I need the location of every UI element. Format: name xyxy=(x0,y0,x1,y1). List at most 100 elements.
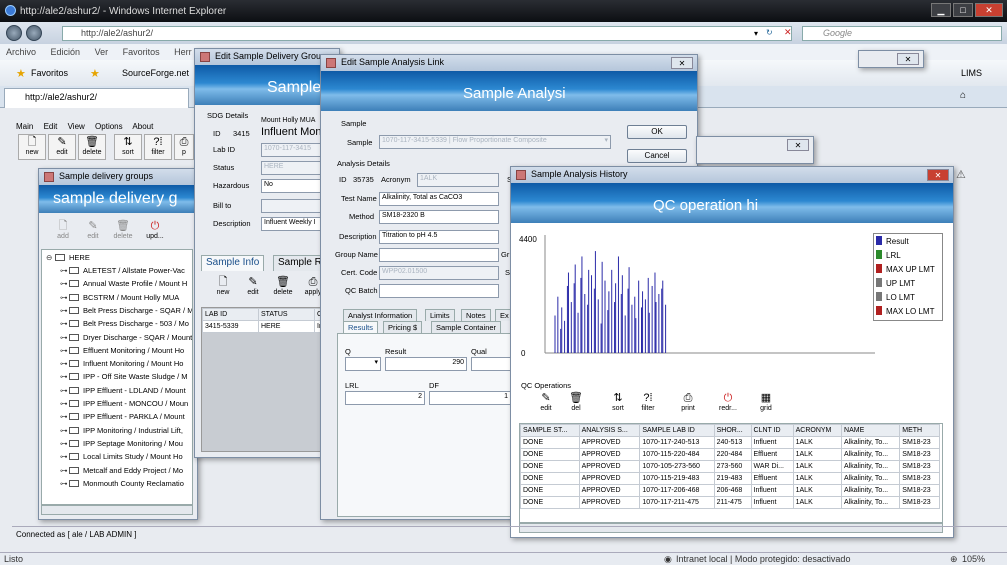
menu-ver[interactable]: Ver xyxy=(95,47,109,57)
expand-icon[interactable]: ⊶ xyxy=(60,399,69,408)
tab-results[interactable]: Results xyxy=(343,321,379,333)
tree-item[interactable]: ⊶ IPP Monitoring / Industrial Lift, xyxy=(60,426,183,439)
search-input[interactable]: Google xyxy=(802,26,1002,41)
tree-item[interactable]: ⊶ IPP Effluent - PARKLA / Mount xyxy=(60,412,185,425)
tree-item[interactable]: ⊶ ALETEST / Allstate Power-Vac xyxy=(60,266,185,279)
security-zone[interactable]: Intranet local | Modo protegido: desacti… xyxy=(676,554,850,564)
tab-sample-info[interactable]: Sample Info xyxy=(201,255,265,271)
delete-button[interactable]: 🗑 delete xyxy=(78,134,106,160)
lims-menu-view[interactable]: View xyxy=(68,122,85,131)
expand-icon[interactable]: ⊶ xyxy=(60,306,69,315)
address-input[interactable]: http://ale2/ashur2/ xyxy=(62,26,792,41)
edit-button[interactable]: ✎ edit xyxy=(48,134,76,160)
sample-edit-button[interactable]: ✎ edit xyxy=(239,275,267,301)
qual-field[interactable] xyxy=(471,357,511,371)
table-row[interactable]: DONE APPROVED 1070-115-220-484 220-484 Efflu… xyxy=(520,448,940,461)
lims-menu-main[interactable]: Main xyxy=(16,122,33,131)
lims-menu-options[interactable]: Options xyxy=(95,122,123,131)
qc-column-header[interactable]: SAMPLE ST... xyxy=(520,424,580,437)
favorites-button[interactable]: Favoritos xyxy=(31,68,68,78)
result-field[interactable]: 290 xyxy=(385,357,467,371)
qc-filter-button[interactable]: ?⁞ filter xyxy=(633,391,663,421)
add-favorite-icon[interactable]: ★ xyxy=(90,67,100,80)
close-icon[interactable]: ✕ xyxy=(927,169,949,181)
horizontal-scrollbar[interactable] xyxy=(41,505,193,515)
df-field[interactable]: 1 xyxy=(429,391,511,405)
expand-icon[interactable]: ⊶ xyxy=(60,426,69,435)
qc-redraw-button[interactable]: ⏻ redr... xyxy=(713,391,743,421)
expand-icon[interactable]: ⊶ xyxy=(60,279,69,288)
tree-item[interactable]: ⊶ Influent Monitoring / Mount Ho xyxy=(60,359,183,372)
tab-limits[interactable]: Limits xyxy=(425,309,455,321)
expand-icon[interactable]: ⊶ xyxy=(60,479,69,488)
expand-icon[interactable]: ⊶ xyxy=(60,439,69,448)
table-row[interactable]: DONE APPROVED 1070-105-273-560 273-560 WAR D… xyxy=(520,460,940,473)
minimize-button[interactable]: ▁ xyxy=(931,3,951,17)
col-lab-id[interactable]: LAB ID xyxy=(202,308,259,321)
filter-button[interactable]: ?⁞ filter xyxy=(144,134,172,160)
tree-item[interactable]: ⊶ Annual Waste Profile / Mount H xyxy=(60,279,187,292)
expand-icon[interactable]: ⊶ xyxy=(60,319,69,328)
close-icon[interactable]: ✕ xyxy=(787,139,809,151)
new-button[interactable]: 🗋 new xyxy=(18,134,46,160)
tree-item[interactable]: ⊶ Effluent Monitoring / Mount Ho xyxy=(60,346,184,359)
expand-icon[interactable]: ⊶ xyxy=(60,452,69,461)
sample-delete-button[interactable]: 🗑 delete xyxy=(269,275,297,301)
zoom-level[interactable]: 105% xyxy=(962,554,985,564)
qc-column-header[interactable]: SHOR... xyxy=(713,424,752,437)
forward-icon[interactable] xyxy=(26,25,42,41)
tree-item[interactable]: ⊶ IPP Septage Monitoring / Mou xyxy=(60,439,183,452)
home-icon[interactable]: ⌂ xyxy=(960,90,966,101)
qc-column-header[interactable]: ANALYSIS S... xyxy=(578,424,641,437)
qc-print-button[interactable]: ⎙ print xyxy=(673,391,703,421)
collapse-icon[interactable]: ⊖ xyxy=(46,253,55,262)
back-icon[interactable] xyxy=(6,25,22,41)
tree-item[interactable]: ⊶ IPP Effluent - MONCOU / Moun xyxy=(60,399,188,412)
close-button[interactable]: ✕ xyxy=(975,3,1003,17)
dropdown-icon[interactable]: ▾ xyxy=(754,29,758,38)
col-status[interactable]: STATUS xyxy=(258,308,315,321)
q-select[interactable]: ▾ xyxy=(345,357,381,371)
maximize-button[interactable]: □ xyxy=(953,3,973,17)
update-button[interactable]: ⏻ upd... xyxy=(141,219,169,245)
favorite-link-lims[interactable]: LIMS xyxy=(961,68,982,78)
qc-grid-button[interactable]: ▦ grid xyxy=(751,391,781,421)
qc-column-header[interactable]: SAMPLE LAB ID xyxy=(639,424,715,437)
sdg-edit-button[interactable]: ✎ edit xyxy=(79,219,107,245)
tab-sample-results[interactable]: Sample R xyxy=(273,255,327,271)
sort-button[interactable]: ⇅ sort xyxy=(114,134,142,160)
expand-icon[interactable]: ⊶ xyxy=(60,293,69,302)
tree-item[interactable]: ⊶ Metcalf and Eddy Project / Mo xyxy=(60,466,183,479)
cancel-button[interactable]: Cancel xyxy=(627,149,687,163)
table-row[interactable]: DONE APPROVED 1070-117-206-468 206-468 Influ… xyxy=(520,484,940,497)
favorite-link-sourceforge[interactable]: SourceForge.net xyxy=(122,68,189,78)
tab-analyst-information[interactable]: Analyst Information xyxy=(343,309,418,321)
cert-code-field[interactable]: WPP02.01500 xyxy=(379,266,499,280)
expand-icon[interactable]: ⊶ xyxy=(60,412,69,421)
stop-icon[interactable]: ✕ xyxy=(784,27,792,38)
tab-pricing[interactable]: Pricing $ xyxy=(383,321,423,333)
tab-sample-container[interactable]: Sample Container xyxy=(431,321,502,333)
qc-column-header[interactable]: NAME xyxy=(841,424,901,437)
close-icon[interactable]: ✕ xyxy=(671,57,693,69)
tree-root[interactable]: ⊖ HERE xyxy=(46,253,90,266)
tree-item[interactable]: ⊶ IPP - Off Site Waste Sludge / M xyxy=(60,372,188,385)
method-field[interactable]: SM18-2320 B xyxy=(379,210,499,224)
group-name-field[interactable] xyxy=(379,248,499,262)
qc-delete-button[interactable]: 🗑 del xyxy=(561,391,591,421)
add-button[interactable]: 🗋 add xyxy=(49,219,77,245)
lims-menu-edit[interactable]: Edit xyxy=(44,122,58,131)
qc-batch-field[interactable] xyxy=(379,284,499,298)
tree-item[interactable]: ⊶ IPP Effluent - LDLAND / Mount xyxy=(60,386,186,399)
p-button[interactable]: ⎙ p xyxy=(174,134,194,160)
qc-column-header[interactable]: METH xyxy=(899,424,940,437)
menu-favoritos[interactable]: Favoritos xyxy=(123,47,160,57)
expand-icon[interactable]: ⊶ xyxy=(60,359,69,368)
table-row[interactable]: 3415-5339HEREIn xyxy=(202,320,338,333)
description-field[interactable]: Titration to pH 4.5 xyxy=(379,230,499,244)
qc-sort-button[interactable]: ⇅ sort xyxy=(603,391,633,421)
lrl-field[interactable]: 2 xyxy=(345,391,425,405)
close-icon[interactable]: ✕ xyxy=(897,53,919,65)
tree-item[interactable]: ⊶ BCSTRM / Mount Holly MUA xyxy=(60,293,179,306)
table-row[interactable]: DONE APPROVED 1070-115-219-483 219-483 Efflu… xyxy=(520,472,940,485)
